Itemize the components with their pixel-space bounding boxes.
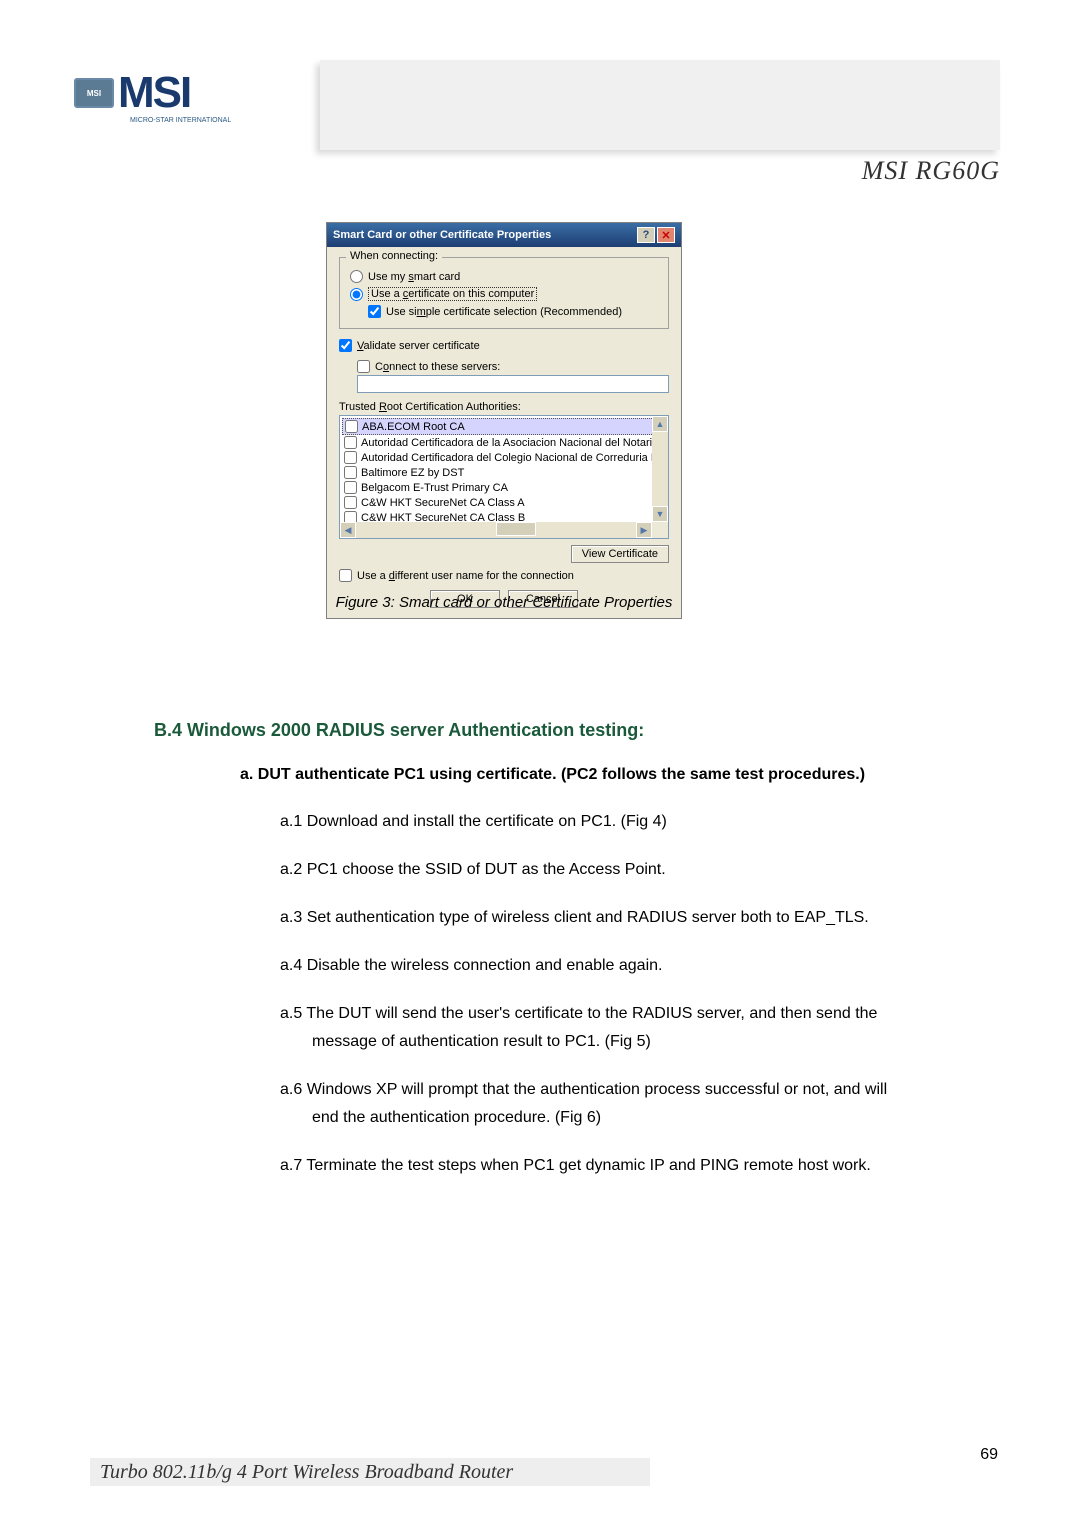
scroll-thumb[interactable] [496, 522, 536, 536]
product-name: MSI RG60G [862, 156, 1000, 186]
simple-selection-label: Use simple certificate selection (Recomm… [386, 306, 622, 318]
ca-label: C&W HKT SecureNet CA Class A [361, 497, 525, 509]
steps-list: a.1 Download and install the certificate… [280, 810, 970, 1202]
scroll-up-icon[interactable]: ▲ [652, 416, 668, 432]
step-a6: a.6 Windows XP will prompt that the auth… [280, 1078, 970, 1130]
scroll-right-icon[interactable]: ▶ [636, 522, 652, 538]
ca-checkbox[interactable] [344, 481, 357, 494]
validate-server-checkbox[interactable] [339, 339, 352, 352]
use-smart-card-label: Use my smart card [368, 271, 460, 283]
step-a5: a.5 The DUT will send the user's certifi… [280, 1002, 970, 1054]
sub-heading: a. DUT authenticate PC1 using certificat… [240, 766, 865, 784]
ca-checkbox[interactable] [344, 436, 357, 449]
ca-label: ABA.ECOM Root CA [362, 421, 465, 433]
use-certificate-radio[interactable] [350, 288, 363, 301]
ca-label: Autoridad Certificadora del Colegio Naci… [361, 452, 664, 464]
view-certificate-button[interactable]: View Certificate [571, 545, 669, 563]
ca-label: Baltimore EZ by DST [361, 467, 464, 479]
list-item[interactable]: Autoridad Certificadora de la Asociacion… [342, 435, 666, 450]
ca-label: Belgacom E-Trust Primary CA [361, 482, 508, 494]
when-connecting-group: When connecting: Use my smart card Use a… [339, 257, 669, 329]
logo-subtext: MICRO-STAR INTERNATIONAL [130, 117, 231, 124]
certification-authorities-list[interactable]: ABA.ECOM Root CA Autoridad Certificadora… [339, 415, 669, 539]
trusted-root-label: Trusted Root Certification Authorities: [339, 401, 669, 413]
use-certificate-label: Use a certificate on this computer [368, 287, 537, 301]
help-icon[interactable]: ? [637, 227, 655, 243]
scroll-down-icon[interactable]: ▼ [652, 506, 668, 522]
connect-servers-checkbox[interactable] [357, 360, 370, 373]
footer-bar: Turbo 802.11b/g 4 Port Wireless Broadban… [90, 1458, 650, 1486]
step-a7: a.7 Terminate the test steps when PC1 ge… [280, 1154, 970, 1178]
figure-caption: Figure 3: Smart card or other Certificat… [326, 594, 682, 611]
list-item[interactable]: Autoridad Certificadora del Colegio Naci… [342, 450, 666, 465]
ca-checkbox[interactable] [344, 496, 357, 509]
connect-servers-label: Connect to these servers: [375, 361, 500, 373]
list-item[interactable]: C&W HKT SecureNet CA Class A [342, 495, 666, 510]
different-username-label: Use a different user name for the connec… [357, 570, 574, 582]
scroll-left-icon[interactable]: ◀ [340, 522, 356, 538]
ca-checkbox[interactable] [344, 466, 357, 479]
scroll-corner [652, 522, 668, 538]
when-connecting-legend: When connecting: [346, 250, 442, 262]
step-a1: a.1 Download and install the certificate… [280, 810, 970, 834]
step-a5-line2: message of authentication result to PC1.… [312, 1030, 970, 1054]
step-a6-line2: end the authentication procedure. (Fig 6… [312, 1106, 970, 1130]
page-number: 69 [980, 1446, 998, 1464]
certificate-properties-dialog: Smart Card or other Certificate Properti… [326, 222, 682, 619]
simple-selection-checkbox[interactable] [368, 305, 381, 318]
ca-label: Autoridad Certificadora de la Asociacion… [361, 437, 658, 449]
step-a6-line1: a.6 Windows XP will prompt that the auth… [280, 1078, 970, 1102]
close-icon[interactable]: ✕ [657, 227, 675, 243]
vertical-scrollbar[interactable]: ▲ ▼ [652, 416, 668, 522]
step-a2: a.2 PC1 choose the SSID of DUT as the Ac… [280, 858, 970, 882]
section-heading: B.4 Windows 2000 RADIUS server Authentic… [154, 720, 644, 741]
footer-text: Turbo 802.11b/g 4 Port Wireless Broadban… [100, 1461, 513, 1484]
list-item[interactable]: Baltimore EZ by DST [342, 465, 666, 480]
ca-checkbox[interactable] [344, 451, 357, 464]
logo-badge-icon: MSI [74, 78, 114, 108]
step-a4: a.4 Disable the wireless connection and … [280, 954, 970, 978]
list-item[interactable]: Belgacom E-Trust Primary CA [342, 480, 666, 495]
dialog-title-text: Smart Card or other Certificate Properti… [333, 229, 551, 241]
brand-logo: MSI MSI MICRO-STAR INTERNATIONAL [74, 58, 284, 128]
use-smart-card-radio[interactable] [350, 270, 363, 283]
validate-server-label: Validate server certificate [357, 340, 480, 352]
dialog-titlebar[interactable]: Smart Card or other Certificate Properti… [327, 223, 681, 247]
servers-input[interactable] [357, 375, 669, 393]
logo-text: MSI [118, 68, 190, 118]
step-a3: a.3 Set authentication type of wireless … [280, 906, 970, 930]
list-item[interactable]: ABA.ECOM Root CA [342, 418, 666, 435]
step-a5-line1: a.5 The DUT will send the user's certifi… [280, 1002, 970, 1026]
ca-checkbox[interactable] [345, 420, 358, 433]
header-bar [320, 60, 1000, 150]
horizontal-scrollbar[interactable]: ◀ ▶ [340, 522, 652, 538]
different-username-checkbox[interactable] [339, 569, 352, 582]
